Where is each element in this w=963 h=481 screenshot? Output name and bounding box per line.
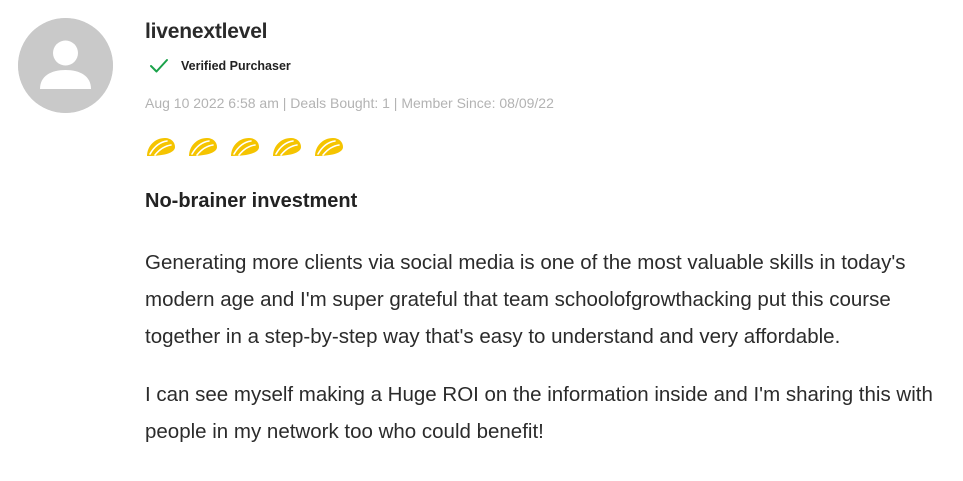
avatar[interactable] xyxy=(18,18,113,113)
review-title: No-brainer investment xyxy=(145,190,358,212)
taco-icon xyxy=(231,138,259,156)
user-avatar-placeholder-icon xyxy=(18,18,113,113)
review-body: Generating more clients via social media… xyxy=(145,244,955,471)
reviewer-username[interactable]: livenextlevel xyxy=(145,19,957,45)
verified-purchaser-badge: Verified Purchaser xyxy=(149,55,291,77)
taco-icon xyxy=(147,138,175,156)
review-paragraph: Generating more clients via social media… xyxy=(145,251,906,348)
taco-icon xyxy=(189,138,217,156)
checkmark-icon xyxy=(150,59,168,73)
review-content: livenextlevel Verified Purchaser Aug 10 … xyxy=(145,19,957,443)
review-card: livenextlevel Verified Purchaser Aug 10 … xyxy=(0,0,963,481)
review-meta: Aug 10 2022 6:58 am | Deals Bought: 1 | … xyxy=(145,95,554,111)
taco-icon xyxy=(273,138,301,156)
taco-icon xyxy=(315,138,343,156)
verified-purchaser-label: Verified Purchaser xyxy=(181,59,291,73)
review-paragraph: I can see myself making a Huge ROI on th… xyxy=(145,383,933,443)
rating-tacos xyxy=(145,134,355,160)
